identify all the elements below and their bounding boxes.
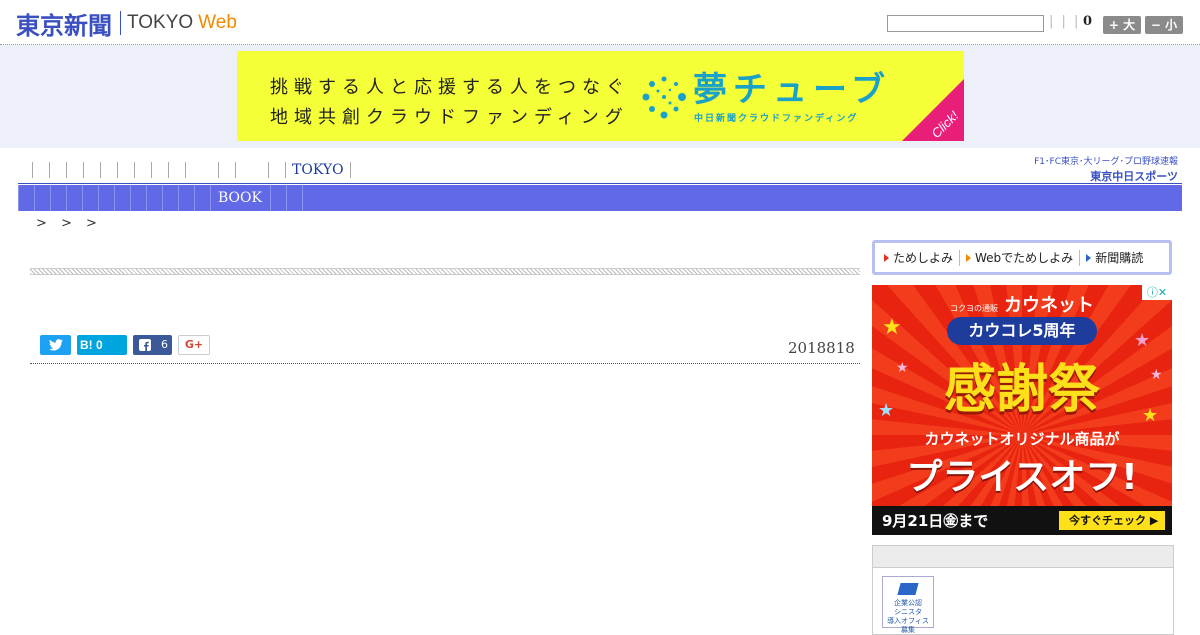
search-input[interactable] [887, 15, 1044, 32]
nav-separator [285, 185, 287, 211]
nav-separator [269, 185, 271, 211]
dots-logo-icon [642, 76, 686, 119]
nav-separator [98, 185, 99, 211]
subscription-tabs: ためしよみ Webでためしよみ 新聞購読 [872, 240, 1172, 275]
logo-mark-icon [897, 583, 919, 595]
nav-separator [178, 185, 179, 211]
nav-separator [117, 162, 118, 178]
logo-divider [120, 11, 121, 35]
kaunet-ad[interactable]: ★ ★ ★ ★ ★ ★ コクヨの通販 カウネット カウコレ5周年 感謝祭 カウネッ… [872, 285, 1172, 535]
panel-logo-text: 企業公認 シニスタ 導入オフィス 募集 [887, 599, 929, 634]
nav-separator [66, 162, 67, 178]
facebook-share-count: 6 [161, 338, 168, 351]
nav-separator [34, 185, 35, 211]
twitter-icon [48, 339, 63, 351]
ad-check-now-button[interactable]: 今すぐチェック ▶ [1059, 511, 1165, 530]
nav-separator [210, 185, 211, 211]
nav-separator [50, 185, 51, 211]
nav-item-tokyo[interactable]: TOKYO [292, 162, 344, 178]
nav-separator [49, 162, 50, 178]
ad-brand: コクヨの通販 カウネット [950, 295, 1094, 316]
banner-line-2: 地域共創クラウドファンディング [270, 107, 629, 128]
nav-separator [18, 185, 19, 211]
ad-footer: 9月21日㊎まで 今すぐチェック ▶ [872, 506, 1172, 535]
tab-web-tameshiyomi[interactable]: Webでためしよみ [966, 249, 1073, 266]
banner-brand-sub: 中日新聞クラウドファンディング [694, 114, 859, 124]
nav-separator [100, 162, 101, 178]
chunichi-sports-link[interactable]: F1･FC東京･大リーグ･プロ野球速報 東京中日スポーツ [1026, 154, 1178, 184]
nav-separator [235, 162, 236, 178]
ad-deadline: 9月21日㊎まで [882, 512, 989, 530]
hatena-bookmark-button[interactable]: B! 0 [77, 335, 127, 355]
nav-rule [18, 183, 1182, 184]
facebook-share-button[interactable]: 6 [133, 335, 172, 355]
font-size-increase-button[interactable]: + 大 [1103, 16, 1141, 34]
article-date: 2018818 [788, 339, 855, 357]
nav-separator [168, 162, 169, 178]
logo-english: TOKYO [127, 12, 194, 33]
ad-headline: 感謝祭 [943, 360, 1100, 420]
site-header: 東京新聞 TOKYO Web | | | 0 + 大 − 小 [0, 0, 1200, 45]
sports-tagline: F1･FC東京･大リーグ･プロ野球速報 [1034, 157, 1178, 167]
twitter-share-button[interactable] [40, 335, 71, 355]
banner-brand: 夢チューブ [693, 70, 891, 110]
nav-separator [82, 185, 83, 211]
panel-header [873, 546, 1173, 568]
ad-anniversary-pill: カウコレ5周年 [947, 317, 1097, 345]
header-count: 0 [1083, 14, 1093, 29]
senior-office-logo[interactable]: 企業公認 シニスタ 導入オフィス 募集 [882, 576, 934, 634]
tab-divider [959, 249, 961, 266]
nav-separator [349, 162, 351, 178]
nav-separator [162, 185, 163, 211]
logo-web: Web [198, 12, 237, 33]
header-separators: | | | [1049, 14, 1081, 29]
nav-separator [66, 185, 67, 211]
tab-divider [1079, 249, 1081, 266]
breadcrumb[interactable]: > > > [36, 216, 97, 231]
nav-separator [83, 162, 84, 178]
nav-item-book[interactable]: BOOK [218, 190, 262, 206]
nav-separator [32, 162, 33, 178]
nav-separator [194, 185, 195, 211]
google-plus-share-button[interactable]: G+ [178, 335, 210, 355]
crowdfunding-banner-ad[interactable]: 挑戦する人と応援する人をつなぐ 地域共創クラウドファンディング 夢チューブ 中日… [237, 51, 964, 141]
arrow-right-icon [1086, 253, 1092, 262]
tab-tameshiyomi[interactable]: ためしよみ [884, 249, 953, 266]
ad-subheadline: カウネットオリジナル商品が [924, 430, 1120, 448]
nav-separator [218, 162, 219, 178]
nav-separator [130, 185, 131, 211]
tab-label: Webでためしよみ [975, 251, 1074, 265]
primary-nav: TOKYO [32, 160, 367, 180]
tab-label: 新聞購読 [1095, 251, 1144, 265]
site-logo[interactable]: 東京新聞 TOKYO Web [16, 8, 237, 40]
nav-separator [114, 185, 115, 211]
ad-choices-close-icon[interactable]: ⓘ✕ [1142, 285, 1172, 300]
article-title-rule [30, 268, 860, 275]
article-divider [30, 363, 860, 364]
arrow-right-icon [884, 253, 889, 262]
nav-separator [268, 162, 269, 178]
font-size-decrease-button[interactable]: − 小 [1145, 16, 1183, 34]
sidebar-panel: 企業公認 シニスタ 導入オフィス 募集 [872, 545, 1174, 635]
nav-separator [151, 162, 152, 178]
nav-separator [185, 162, 186, 178]
facebook-icon [139, 339, 151, 351]
nav-separator [285, 162, 286, 178]
star-icon: ★ [882, 315, 902, 340]
tab-subscribe[interactable]: 新聞購読 [1086, 249, 1143, 266]
logo-japanese: 東京新聞 [16, 10, 112, 40]
nav-separator [146, 185, 147, 211]
secondary-nav: BOOK [18, 185, 1182, 211]
ad-price-off: プライスオフ! [906, 457, 1138, 498]
banner-line-1: 挑戦する人と応援する人をつなぐ [270, 77, 630, 98]
nav-separator [301, 185, 303, 211]
nav-separator [134, 162, 135, 178]
tab-label: ためしよみ [893, 251, 954, 265]
arrow-right-icon [966, 253, 972, 262]
sports-logo: 東京中日スポーツ [1090, 170, 1178, 183]
